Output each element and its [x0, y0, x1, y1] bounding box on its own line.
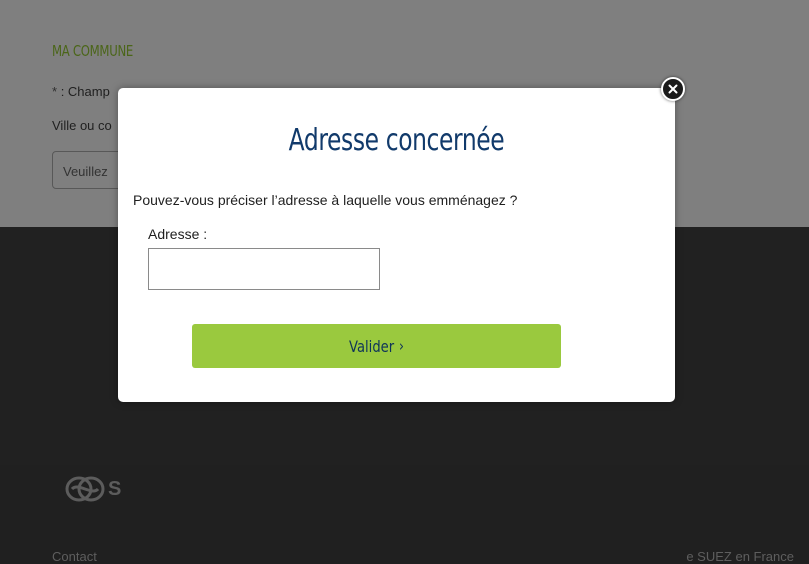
suez-logo[interactable]: S — [64, 474, 121, 504]
close-icon — [668, 84, 678, 94]
close-button[interactable] — [661, 77, 685, 101]
modal-question: Pouvez-vous préciser l’adresse à laquell… — [133, 192, 518, 208]
address-label: Adresse : — [148, 226, 208, 242]
validate-button-label: Valider — [349, 336, 395, 356]
address-modal: Adresse concernée Pouvez-vous préciser l… — [118, 88, 675, 402]
required-asterisk: * — [52, 84, 58, 99]
address-input[interactable] — [148, 248, 380, 290]
modal-title: Adresse concernée — [288, 123, 505, 158]
section-title: MA COMMUNE — [52, 42, 133, 60]
logo-letter: S — [108, 477, 122, 500]
required-text: : Champ — [60, 84, 110, 99]
required-fields-note: * : Champ — [52, 84, 110, 99]
validate-button[interactable]: Valider › — [192, 324, 561, 368]
city-field-label: Ville ou co — [52, 118, 112, 133]
footer-contact-link[interactable]: Contact — [52, 549, 97, 564]
footer-suez-france-link[interactable]: e SUEZ en France — [686, 549, 794, 564]
suez-logo-icon — [65, 476, 105, 502]
chevron-right-icon: › — [399, 337, 404, 355]
